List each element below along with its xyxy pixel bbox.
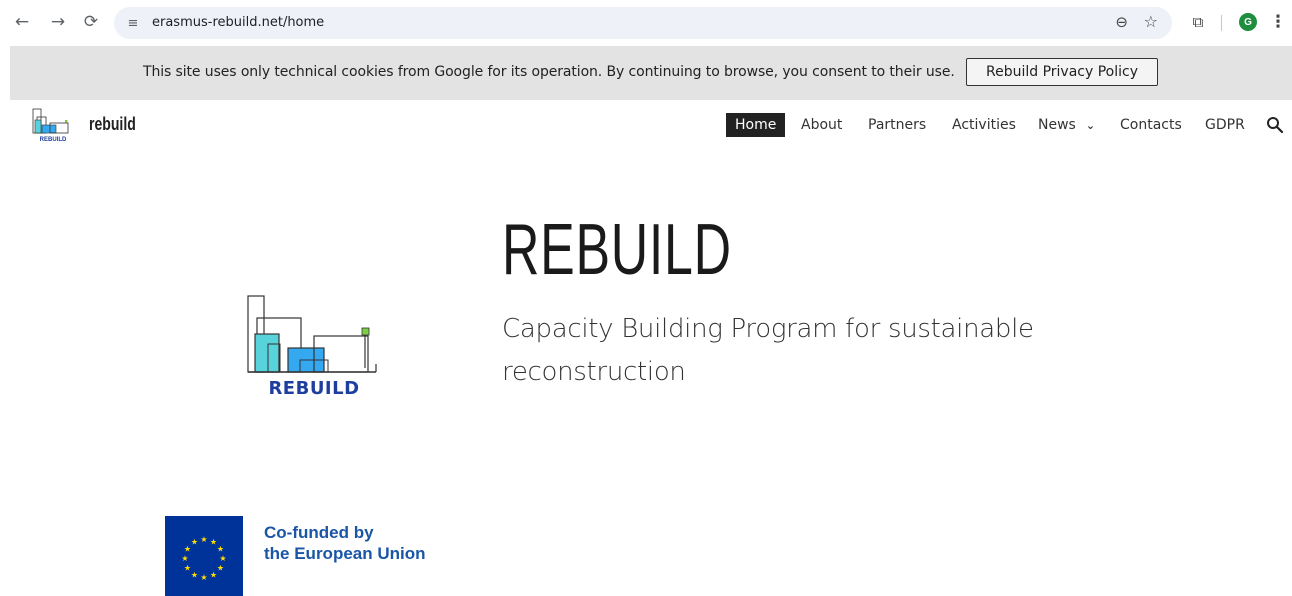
cookie-message: This site uses only technical cookies fr… [143,64,955,80]
eu-line-1: Co-funded by [264,523,374,542]
eu-star: ★ [184,564,191,573]
menu-dots-icon[interactable]: ⋮ [1270,11,1287,33]
eu-star: ★ [200,535,207,544]
nav-gdpr[interactable]: GDPR [1205,113,1245,137]
nav-news[interactable]: News ⌄ [1038,113,1095,137]
hero-logo: REBUILD [247,295,377,399]
eu-star: ★ [210,571,217,580]
eu-star: ★ [191,538,198,547]
eu-line-2: the European Union [264,544,426,563]
eu-star: ★ [181,554,188,563]
toolbar-divider [1221,15,1222,31]
cookie-banner: This site uses only technical cookies fr… [10,46,1292,100]
hero-subtitle: Capacity Building Program for sustainabl… [502,314,1034,387]
nav-contacts[interactable]: Contacts [1120,113,1182,137]
eu-star: ★ [191,571,198,580]
address-bar[interactable]: ≡ erasmus-rebuild.net/home ⊖ ☆ [114,7,1172,39]
url-text[interactable]: erasmus-rebuild.net/home [152,15,324,30]
browser-toolbar: ← → ⟳ ≡ erasmus-rebuild.net/home ⊖ ☆ ⧉ G… [0,0,1292,46]
forward-arrow-icon[interactable]: → [46,10,70,34]
privacy-policy-button[interactable]: Rebuild Privacy Policy [966,58,1158,86]
nav-news-label: News [1038,117,1076,133]
nav-about[interactable]: About [801,113,842,137]
site-logo[interactable]: REBUILD [32,108,74,142]
eu-flag-icon: ★ ★ ★ ★ ★ ★ ★ ★ ★ ★ ★ ★ [165,516,243,596]
eu-star: ★ [217,564,224,573]
eu-star: ★ [219,554,226,563]
profile-avatar[interactable]: G [1239,13,1257,31]
eu-star: ★ [217,545,224,554]
hero-logo-text: REBUILD [268,378,359,399]
site-logo-text: REBUILD [40,137,67,142]
eu-cofunded-label: Co-funded by the European Union [264,522,426,564]
eu-stars: ★ ★★★★★★★★★★★ [181,535,226,582]
back-arrow-icon[interactable]: ← [10,10,34,34]
nav-partners[interactable]: Partners [868,113,926,137]
site-name[interactable]: rebuild [89,114,136,135]
zoom-icon[interactable]: ⊖ [1115,13,1128,31]
extensions-icon[interactable]: ⧉ [1187,11,1209,33]
nav-activities[interactable]: Activities [952,113,1016,137]
chevron-down-icon: ⌄ [1085,118,1096,132]
search-icon[interactable] [1266,116,1284,134]
bookmark-star-icon[interactable]: ☆ [1144,12,1158,31]
hero-title: REBUILD [502,210,732,290]
reload-icon[interactable]: ⟳ [79,10,103,34]
eu-star: ★ [200,573,207,582]
nav-home[interactable]: Home [726,113,786,137]
